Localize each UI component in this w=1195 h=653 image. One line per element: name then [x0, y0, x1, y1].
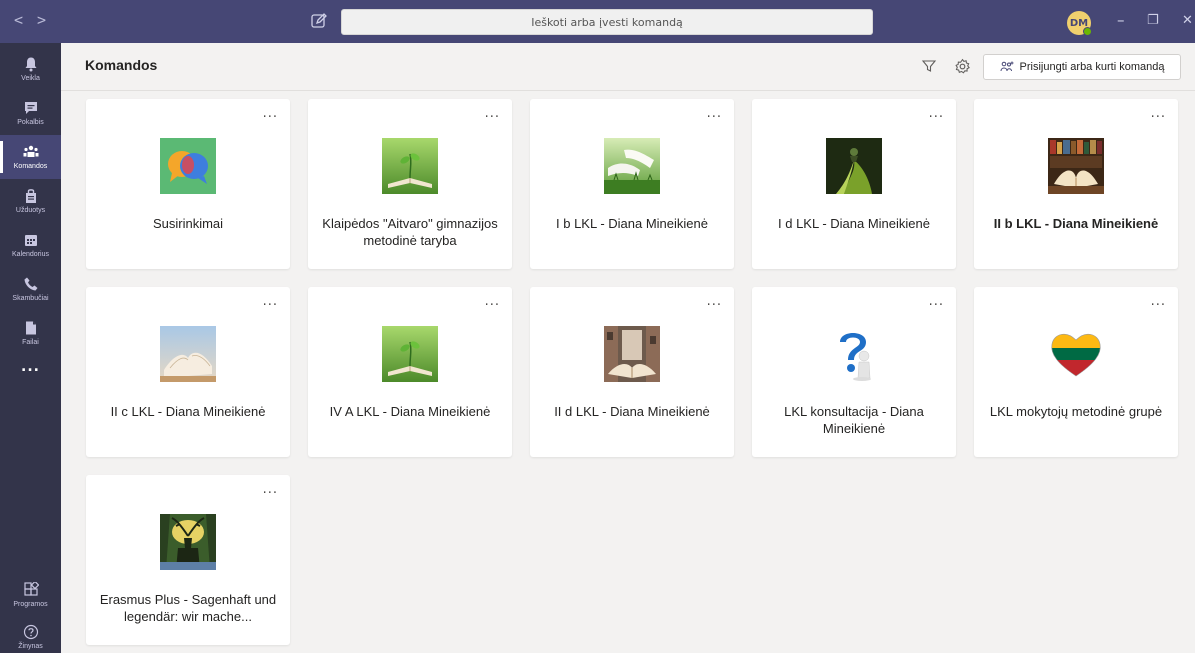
team-avatar-lithuania-heart — [1048, 326, 1104, 382]
filter-icon[interactable] — [921, 58, 937, 74]
compose-icon[interactable] — [310, 12, 328, 30]
team-avatar-deer-forest — [160, 514, 216, 570]
team-name: I b LKL - Diana Mineikienė — [556, 216, 708, 231]
team-name: Erasmus Plus - Sagenhaft und legendär: w… — [99, 592, 277, 624]
team-name: II b LKL - Diana Mineikienė — [993, 216, 1159, 231]
search-placeholder: Ieškoti arba įvesti komandą — [531, 15, 683, 29]
team-name: Klaipėdos "Aitvaro" gimnazijos metodinė … — [322, 216, 498, 248]
team-avatar-book-library — [1048, 138, 1104, 194]
rail-label: Failai — [22, 339, 39, 346]
status-available-icon — [1083, 27, 1092, 36]
rail-label: Skambučiai — [12, 295, 49, 302]
bell-icon — [25, 57, 36, 72]
chat-icon — [24, 102, 37, 114]
team-card[interactable]: ... II d LKL - Diana Mineikienė — [530, 287, 734, 457]
rail-item-teams[interactable]: Komandos — [0, 135, 61, 179]
teams-icon — [23, 145, 38, 157]
join-button-label: Prisijungti arba kurti komandą — [1019, 61, 1165, 73]
rail-item-assignments[interactable]: Užduotys — [0, 179, 61, 223]
page-header: Komandos Prisijungti arba kurti komandą — [61, 43, 1195, 91]
rail-item-calls[interactable]: Skambučiai — [0, 267, 61, 311]
minimize-button[interactable]: – — [1117, 11, 1125, 29]
rail-item-calendar[interactable]: Kalendorius — [0, 223, 61, 267]
team-card[interactable]: ... IV A LKL - Diana Mineikienė — [308, 287, 512, 457]
team-card[interactable]: ... Susirinkimai — [86, 99, 290, 269]
rail-item-apps[interactable]: Programos — [0, 573, 61, 617]
title-bar: < > Ieškoti arba įvesti komandą DM – ❐ ✕ — [0, 0, 1195, 43]
more-options-icon[interactable]: ... — [263, 482, 278, 497]
team-card[interactable]: ... II c LKL - Diana Mineikienė — [86, 287, 290, 457]
team-name: II d LKL - Diana Mineikienė — [554, 404, 710, 419]
team-card[interactable]: ... I b LKL - Diana Mineikienė — [530, 99, 734, 269]
nav-arrows: < > — [14, 11, 46, 29]
phone-icon — [24, 277, 37, 291]
rail-label: Užduotys — [15, 207, 46, 214]
search-input[interactable]: Ieškoti arba įvesti komandą — [341, 9, 873, 35]
join-or-create-team-button[interactable]: Prisijungti arba kurti komandą — [983, 54, 1181, 80]
gear-icon[interactable] — [954, 58, 971, 75]
team-name: LKL mokytojų metodinė grupė — [989, 404, 1163, 419]
team-name: LKL konsultacija - Diana Mineikienė — [784, 404, 924, 436]
team-card[interactable]: ... Klaipėdos "Aitvaro" gimnazijos metod… — [308, 99, 512, 269]
team-avatar-book-grass — [604, 138, 660, 194]
rail-label: Kalendorius — [12, 251, 49, 258]
rail-label: Žinynas — [18, 643, 43, 650]
team-avatar-book-sprout — [382, 138, 438, 194]
more-options-icon[interactable]: ... — [485, 294, 500, 309]
assignments-icon — [25, 189, 36, 203]
more-options-icon[interactable]: ... — [929, 106, 944, 121]
help-icon — [23, 624, 38, 640]
team-avatar-book-open-sky — [160, 326, 216, 382]
add-team-icon — [1000, 61, 1014, 72]
more-options-icon[interactable]: ... — [263, 106, 278, 121]
team-avatar-question-figure — [826, 326, 882, 382]
team-card[interactable]: ... II b LKL - Diana Mineikienė — [974, 99, 1178, 269]
team-avatar-book-sprout — [382, 326, 438, 382]
more-options-icon[interactable]: ... — [263, 294, 278, 309]
rail-item-help[interactable]: Žinynas — [0, 615, 61, 653]
maximize-button[interactable]: ❐ — [1147, 13, 1159, 28]
calendar-icon — [24, 235, 37, 246]
more-options-icon[interactable]: ... — [485, 106, 500, 121]
close-button[interactable]: ✕ — [1182, 13, 1193, 28]
rail-label: Komandos — [13, 163, 48, 170]
team-card[interactable]: ... Erasmus Plus - Sagenhaft und legendä… — [86, 475, 290, 645]
rail-label: Veikla — [21, 75, 40, 82]
forward-button[interactable]: > — [37, 11, 46, 29]
team-name: Susirinkimai — [152, 216, 224, 231]
rail-label: Programos — [13, 601, 48, 608]
more-icon: ... — [21, 359, 40, 375]
rail-item-chat[interactable]: Pokalbis — [0, 91, 61, 135]
back-button[interactable]: < — [14, 11, 23, 29]
app-rail: Veikla Pokalbis Komandos Užduotys Kalend… — [0, 43, 61, 653]
more-options-icon[interactable]: ... — [707, 106, 722, 121]
page-title: Komandos — [85, 57, 158, 73]
rail-item-activity[interactable]: Veikla — [0, 47, 61, 91]
more-options-icon[interactable]: ... — [929, 294, 944, 309]
rail-more-button[interactable]: ... — [0, 349, 61, 385]
team-avatar-book-street — [604, 326, 660, 382]
team-avatar-chat-bubbles — [160, 138, 216, 194]
more-options-icon[interactable]: ... — [1151, 106, 1166, 121]
more-options-icon[interactable]: ... — [1151, 294, 1166, 309]
apps-icon — [23, 582, 39, 596]
team-name: II c LKL - Diana Mineikienė — [110, 404, 266, 419]
team-card[interactable]: ... I d LKL - Diana Mineikienė — [752, 99, 956, 269]
file-icon — [25, 321, 36, 335]
team-avatar-book-dark — [826, 138, 882, 194]
team-card[interactable]: ... LKL mokytojų metodinė grupė — [974, 287, 1178, 457]
team-name: I d LKL - Diana Mineikienė — [778, 216, 930, 231]
more-options-icon[interactable]: ... — [707, 294, 722, 309]
avatar[interactable]: DM — [1067, 11, 1092, 36]
team-name: IV A LKL - Diana Mineikienė — [329, 404, 491, 419]
rail-label: Pokalbis — [17, 119, 44, 126]
team-card[interactable]: ... LKL konsultacija - Diana Mineikienė — [752, 287, 956, 457]
